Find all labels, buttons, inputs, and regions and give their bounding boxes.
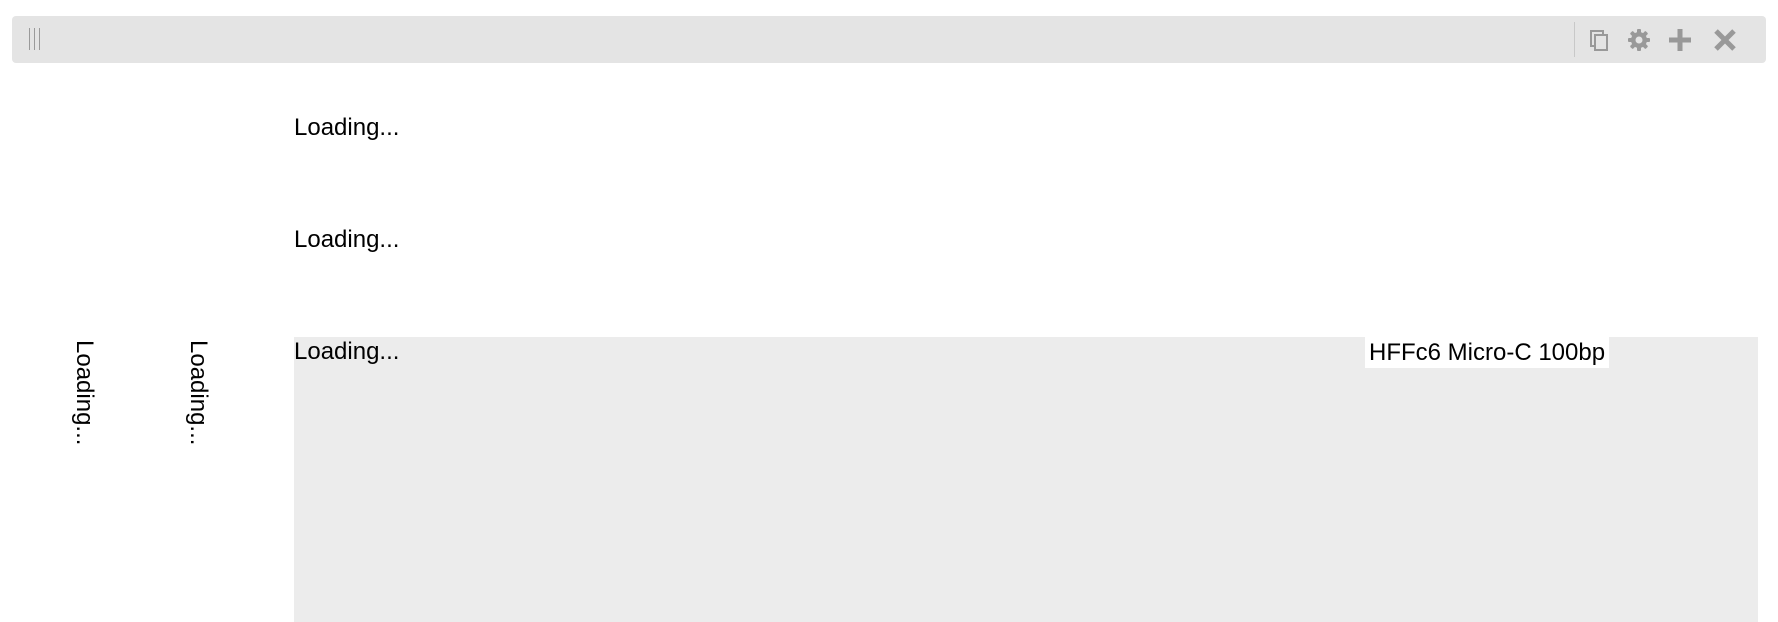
- top-track-2-loading: Loading...: [294, 226, 400, 253]
- duplicate-icon[interactable]: [1582, 24, 1614, 56]
- top-track-1-loading: Loading...: [294, 114, 400, 141]
- center-track-loading: Loading...: [294, 338, 400, 365]
- view-header: [12, 16, 1766, 63]
- left-track-1-loading: Loading...: [71, 340, 98, 446]
- left-track-2-loading: Loading...: [185, 340, 212, 446]
- header-divider: [1574, 22, 1575, 57]
- center-track-name: HFFc6 Micro-C 100bp: [1365, 337, 1610, 368]
- close-icon[interactable]: [1709, 24, 1741, 56]
- center-heatmap-track[interactable]: [294, 337, 1758, 622]
- drag-handle-icon[interactable]: [29, 28, 43, 50]
- gear-icon[interactable]: [1623, 24, 1655, 56]
- plus-icon[interactable]: [1664, 24, 1696, 56]
